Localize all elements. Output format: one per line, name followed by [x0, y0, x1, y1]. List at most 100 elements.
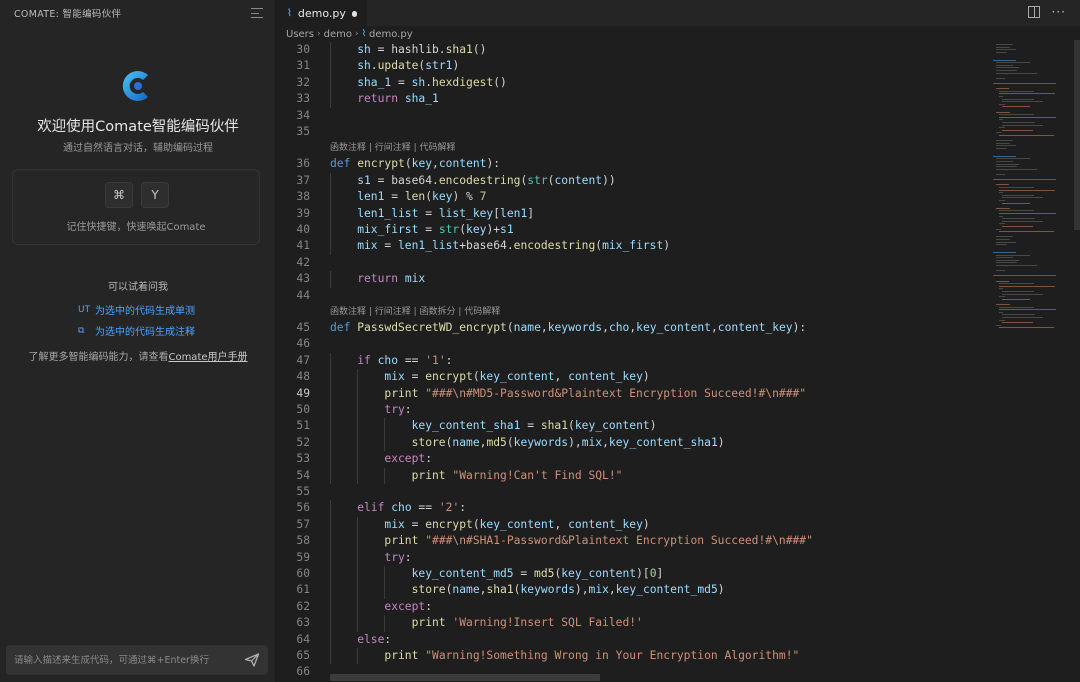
menu-icon[interactable]	[251, 8, 263, 18]
code-line[interactable]: 50 try:	[277, 402, 987, 419]
indent-guide	[330, 549, 331, 566]
breadcrumb-item[interactable]: demo	[324, 29, 352, 40]
code-token: try	[384, 550, 405, 564]
code-lens-actions[interactable]: 函数注释 | 行间注释 | 函数拆分 | 代码解释	[330, 305, 500, 319]
code-text: mix = len1_list+base64.encodestring(mix_…	[357, 238, 670, 254]
user-manual-link[interactable]: Comate用户手册	[168, 352, 247, 363]
code-line[interactable]: 30 sh = hashlib.sha1()	[277, 42, 987, 59]
code-lens-actions[interactable]: 函数注释 | 行间注释 | 代码解释	[330, 141, 456, 155]
tab-demo-py[interactable]: ⌇ demo.py	[277, 0, 367, 26]
code-line[interactable]: 47 if cho == '1':	[277, 352, 987, 370]
code-line[interactable]: 32 sha_1 = sh.hexdigest()	[277, 74, 987, 92]
split-editor-icon[interactable]	[1027, 6, 1040, 18]
code-line[interactable]: 54 print "Warning!Can't Find SQL!"	[277, 467, 987, 484]
indent-guide	[357, 369, 359, 386]
line-number: 46	[296, 337, 310, 351]
more-actions-icon[interactable]: ···	[1052, 6, 1066, 18]
code-token: store	[411, 583, 446, 597]
code-line[interactable]: 49 print "###\n#MD5-Password&Plaintext En…	[277, 385, 987, 402]
line-number: 52	[296, 435, 310, 449]
code-token: )	[642, 517, 650, 531]
line-number: 63	[296, 616, 310, 630]
code-line[interactable]: 37 s1 = base64.encodestring(str(content))	[277, 172, 987, 190]
minimap-line	[996, 67, 1020, 69]
code-token: key_content	[574, 419, 650, 433]
breadcrumb-item[interactable]: demo.py	[369, 29, 413, 40]
comment-icon: ⧉	[78, 325, 85, 336]
code-line[interactable]: 51 key_content_sha1 = sha1(key_content)	[277, 418, 987, 435]
code-token: store	[411, 435, 446, 449]
code-token: key	[432, 190, 453, 204]
code-line[interactable]: 31 sh.update(str1)	[277, 58, 987, 75]
code-line[interactable]: 61 store(name,sha1(keywords),mix,key_cont…	[277, 582, 987, 599]
code-line[interactable]: 63 print 'Warning!Insert SQL Failed!'	[277, 615, 987, 632]
code-line[interactable]: 46	[277, 336, 987, 352]
code-token: print	[411, 616, 446, 630]
code-line[interactable]: 42	[277, 255, 987, 271]
code-line[interactable]: 52 store(name,md5(keywords),mix,key_conte…	[277, 434, 987, 452]
code-line[interactable]: 36 def encrypt(key,content):	[277, 156, 987, 172]
breadcrumb-item[interactable]: Users	[286, 29, 314, 40]
code-line[interactable]: 34	[277, 108, 987, 124]
code-token: mix	[384, 370, 405, 384]
minimap-line	[999, 210, 1035, 212]
generate-unit-test-link[interactable]: UT 为选中的代码生成单测	[78, 302, 195, 318]
code-line[interactable]: 59 try:	[277, 549, 987, 566]
code-token: sha1	[540, 419, 569, 433]
code-line[interactable]: 39 len1_list = list_key[len1]	[277, 205, 987, 222]
code-line[interactable]: 43 return mix	[277, 271, 987, 288]
indent-guide	[330, 582, 331, 599]
code-text: print 'Warning!Insert SQL Failed!'	[412, 615, 643, 631]
unsaved-dot-icon[interactable]	[351, 10, 357, 17]
code-line[interactable]: 33 return sha_1	[277, 91, 987, 108]
code-token: content	[554, 173, 603, 187]
code-area[interactable]: 30 sh = hashlib.sha1() 31 sh.update(str1) 32…	[277, 42, 987, 682]
code-token: except	[384, 599, 426, 613]
line-number: 40	[296, 223, 310, 236]
horizontal-scrollbar[interactable]	[330, 674, 600, 681]
code-line[interactable]: 55	[277, 484, 987, 500]
code-line[interactable]: 56 elif cho == '2':	[277, 500, 987, 517]
minimap-line	[996, 280, 1009, 282]
code-line[interactable]: 57 mix = encrypt(key_content, content_key…	[277, 516, 987, 534]
code-line[interactable]: 53 except:	[277, 451, 987, 468]
code-text: if cho == '1':	[357, 353, 452, 369]
code-line[interactable]: 65 print "Warning!Something Wrong in Your…	[277, 648, 987, 665]
code-token: print	[384, 534, 419, 548]
code-line[interactable]: 64 else:	[277, 631, 987, 648]
code-line[interactable]: 40 mix_first = str(key)+s1	[277, 222, 987, 239]
code-line[interactable]: 41 mix = len1_list+base64.encodestring(mi…	[277, 238, 987, 255]
code-token: encodestring	[438, 173, 521, 187]
code-token: sh	[357, 59, 371, 73]
python-file-icon: ⌇	[361, 29, 366, 39]
code-line[interactable]: 62 except:	[277, 598, 987, 616]
vertical-scrollbar[interactable]	[1074, 40, 1080, 230]
minimap[interactable]	[989, 40, 1075, 360]
send-icon[interactable]	[244, 652, 260, 668]
code-token: ==	[411, 501, 439, 515]
indent-guide	[384, 582, 386, 599]
chat-input[interactable]	[14, 654, 244, 666]
code-line[interactable]: 58 print "###\n#SHA1-Password&Plaintext E…	[277, 533, 987, 550]
minimap-line	[1002, 124, 1044, 126]
code-line[interactable]: 48 mix = encrypt(key_content, content_key…	[277, 369, 987, 386]
indent-guide	[384, 566, 386, 583]
line-number: 54	[296, 468, 310, 482]
line-number: 60	[296, 567, 310, 580]
code-token: =	[377, 239, 398, 253]
code-line[interactable]: 38 len1 = len(key) % 7	[277, 189, 987, 206]
code-token: key_content	[636, 321, 711, 334]
code-token: =	[404, 517, 426, 531]
code-token: md5	[486, 435, 507, 449]
code-token: cho	[608, 321, 630, 334]
code-text: print "###\n#MD5-Password&Plaintext Encr…	[384, 386, 806, 402]
minimap-line	[996, 207, 1011, 209]
code-line[interactable]: 60 key_content_md5 = md5(key_content)[0]	[277, 566, 987, 583]
code-line[interactable]: 45 def PasswdSecretWD_encrypt(name,keywor…	[277, 320, 987, 336]
minimap-line	[1002, 202, 1030, 204]
line-number: 51	[296, 419, 310, 433]
code-line[interactable]: 44	[277, 288, 987, 304]
generate-comment-link[interactable]: ⧉ 为选中的代码生成注释	[78, 323, 195, 339]
code-line[interactable]: 35	[277, 124, 987, 140]
tab-bar: ⌇ demo.py ···	[277, 0, 1080, 26]
